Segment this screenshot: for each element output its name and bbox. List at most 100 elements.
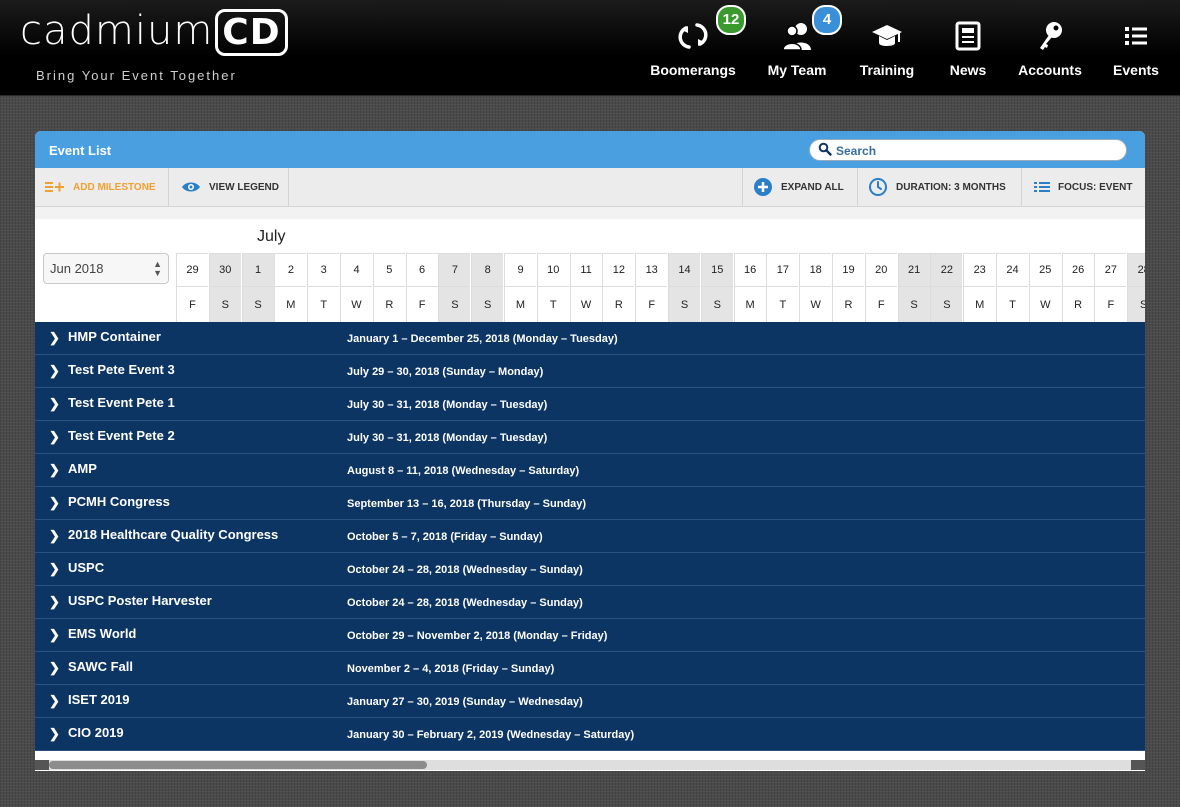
chevron-right-icon[interactable]: ❯ — [49, 561, 60, 577]
focus-button[interactable]: FOCUS: EVENT — [1022, 168, 1145, 206]
event-row[interactable]: ❯ Test Event Pete 1 July 30 – 31, 2018 (Mo… — [35, 388, 1145, 421]
event-name[interactable]: ISET 2019 — [68, 692, 129, 707]
timeline-day: 11 W — [569, 253, 602, 322]
chevron-right-icon[interactable]: ❯ — [49, 495, 60, 511]
event-name[interactable]: USPC Poster Harvester — [68, 593, 212, 608]
scrollbar-thumb[interactable] — [49, 761, 427, 769]
nav-events[interactable]: Events — [1106, 0, 1166, 95]
panel-title: Event List — [49, 143, 112, 158]
event-row[interactable]: ❯ Test Event Pete 2 July 30 – 31, 2018 (Mo… — [35, 421, 1145, 454]
chevron-right-icon[interactable]: ❯ — [49, 528, 60, 544]
timeline-day: 17 T — [766, 253, 799, 322]
event-name[interactable]: SAWC Fall — [68, 659, 133, 674]
event-row[interactable]: ❯ AMP August 8 – 11, 2018 (Wednesday – Sat… — [35, 454, 1145, 487]
expand-all-button[interactable]: EXPAND ALL — [742, 168, 858, 206]
event-name[interactable]: EMS World — [68, 626, 136, 641]
event-name[interactable]: 2018 Healthcare Quality Congress — [68, 527, 278, 542]
day-number: 27 — [1104, 264, 1118, 276]
chevron-right-icon[interactable]: ❯ — [49, 363, 60, 379]
event-dates: November 2 – 4, 2018 (Friday – Sunday) — [347, 663, 555, 675]
timeline-day: 8S — [471, 253, 504, 322]
event-row[interactable]: ❯ ISET 2019 January 27 – 30, 2019 (Sunday … — [35, 685, 1145, 718]
chevron-right-icon[interactable]: ❯ — [49, 429, 60, 445]
event-name[interactable]: Test Event Pete 2 — [68, 428, 175, 443]
nav-training[interactable]: Training — [854, 0, 920, 95]
day-letter: S — [910, 299, 918, 311]
chevron-right-icon[interactable]: ❯ — [49, 627, 60, 643]
day-letter: F — [648, 299, 656, 311]
event-name[interactable]: Test Event Pete 1 — [68, 395, 175, 410]
event-name[interactable]: PCMH Congress — [68, 494, 170, 509]
chevron-right-icon[interactable]: ❯ — [49, 693, 60, 709]
team-icon — [782, 23, 811, 51]
event-name[interactable]: AMP — [68, 461, 97, 476]
day-number: 9 — [517, 264, 524, 276]
event-row[interactable]: ❯ CIO 2019 January 30 – February 2, 2019 (… — [35, 718, 1145, 751]
event-row[interactable]: ❯ Test Pete Event 3 July 29 – 30, 2018 (Su… — [35, 355, 1145, 388]
day-letter: M — [745, 299, 755, 311]
timeline-day: 19 R — [832, 253, 864, 322]
day-divider — [603, 286, 635, 287]
add-milestone-button[interactable]: ADD MILESTONE — [35, 168, 169, 206]
chevron-right-icon[interactable]: ❯ — [49, 726, 60, 742]
month-label: July — [257, 228, 286, 245]
day-number: 5 — [386, 264, 393, 276]
event-list-panel: Event List ADD MILESTONE VIEW LEGEND — [35, 131, 1145, 771]
day-letter: R — [1074, 299, 1083, 311]
logo-name: cadmium — [20, 8, 214, 54]
event-row[interactable]: ❯ EMS World October 29 – November 2, 2018 … — [35, 619, 1145, 652]
day-letter: W — [351, 299, 362, 311]
day-letter: M — [975, 299, 985, 311]
event-row[interactable]: ❯ 2018 Healthcare Quality Congress October… — [35, 520, 1145, 553]
day-letter: S — [254, 299, 262, 311]
day-number: 24 — [1006, 264, 1019, 276]
day-number: 19 — [842, 264, 855, 276]
horizontal-scrollbar[interactable] — [35, 760, 1145, 770]
chevron-right-icon[interactable]: ❯ — [49, 462, 60, 478]
day-divider — [570, 286, 602, 287]
event-row[interactable]: ❯ USPC October 24 – 28, 2018 (Wednesday – … — [35, 553, 1145, 586]
chevron-right-icon[interactable]: ❯ — [49, 594, 60, 610]
cadmium-logo[interactable]: cadmium CD Bring Your Event Together — [20, 8, 288, 83]
search-box[interactable] — [809, 139, 1127, 161]
timeline-day: 3T — [307, 253, 340, 322]
view-legend-label: VIEW LEGEND — [209, 181, 280, 193]
chevron-right-icon[interactable]: ❯ — [49, 396, 60, 412]
day-letter: T — [320, 299, 328, 311]
nav-my-team[interactable]: 4 My Team — [762, 0, 842, 95]
scroll-right-cap[interactable] — [1131, 760, 1145, 770]
day-letter: S — [713, 299, 721, 311]
day-letter: T — [779, 299, 787, 311]
day-letter: S — [943, 299, 951, 311]
event-row[interactable]: ❯ SAWC Fall November 2 – 4, 2018 (Friday –… — [35, 652, 1145, 685]
event-name[interactable]: Test Pete Event 3 — [68, 362, 175, 377]
month-select[interactable]: Jun 2018 ▲ ▼ — [43, 253, 169, 284]
logo-mark: CD — [215, 9, 288, 56]
event-name[interactable]: HMP Container — [68, 329, 161, 344]
day-divider — [242, 286, 274, 287]
event-name[interactable]: CIO 2019 — [68, 725, 124, 740]
day-number: 16 — [743, 264, 757, 276]
view-legend-button[interactable]: VIEW LEGEND — [169, 168, 289, 206]
timeline-day: 29 F — [176, 253, 208, 322]
event-row[interactable]: ❯ PCMH Congress September 13 – 16, 2018 (T… — [35, 487, 1145, 520]
nav-boomerangs[interactable]: 12 Boomerangs — [650, 0, 746, 95]
chevron-right-icon[interactable]: ❯ — [49, 330, 60, 346]
search-icon — [818, 142, 832, 156]
timeline-day: 7S — [438, 253, 471, 322]
duration-button[interactable]: DURATION: 3 MONTHS — [858, 168, 1022, 206]
event-name[interactable]: USPC — [68, 560, 104, 575]
eye-icon — [182, 182, 200, 192]
search-input[interactable] — [834, 141, 1118, 160]
duration-label: DURATION: 3 MONTHS — [896, 181, 1006, 193]
timeline-day: 30 S — [208, 253, 241, 322]
nav-news[interactable]: News — [938, 0, 998, 95]
day-number: 23 — [973, 264, 986, 276]
nav-accounts[interactable]: Accounts — [1014, 0, 1086, 95]
add-milestone-label: ADD MILESTONE — [73, 181, 156, 193]
event-row[interactable]: ❯ USPC Poster Harvester October 24 – 28, 2… — [35, 586, 1145, 619]
chevron-right-icon[interactable]: ❯ — [49, 660, 60, 676]
scroll-left-cap[interactable] — [35, 760, 49, 770]
event-row[interactable]: ❯ HMP Container January 1 – December 25, 2… — [35, 322, 1145, 355]
day-divider — [1128, 286, 1145, 287]
